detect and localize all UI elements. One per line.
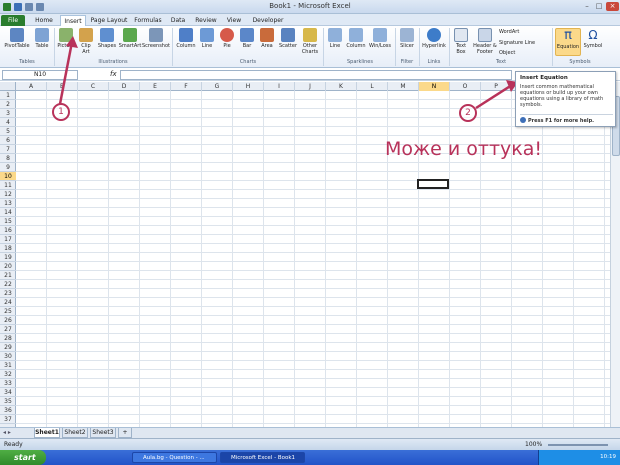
help-icon <box>520 117 526 123</box>
status-ready: Ready <box>4 441 23 448</box>
sheet-tab-2[interactable]: Sheet2 <box>62 428 88 438</box>
sheet-tab-1[interactable]: Sheet1 <box>34 428 60 438</box>
windows-taskbar: start Aula.bg - Question - ... Microsoft… <box>0 450 620 465</box>
taskbar-item-browser[interactable]: Aula.bg - Question - ... <box>132 452 217 463</box>
sheet-tab-bar: ◂ ▸ Sheet1 Sheet2 Sheet3 + <box>0 427 620 438</box>
insert-sheet-icon[interactable]: + <box>118 428 132 438</box>
status-bar: Ready 100% <box>0 438 620 450</box>
sheet-tab-3[interactable]: Sheet3 <box>90 428 116 438</box>
sheet-nav-icon[interactable]: ◂ ▸ <box>3 429 11 436</box>
arrow-1-head <box>66 36 78 48</box>
taskbar-item-excel[interactable]: Microsoft Excel - Book1 <box>220 452 305 463</box>
system-tray: 10:19 <box>538 450 620 465</box>
zoom-level[interactable]: 100% <box>525 441 542 448</box>
tooltip-divider <box>520 114 613 115</box>
tooltip-title: Insert Equation <box>520 75 568 81</box>
start-button[interactable]: start <box>0 450 46 465</box>
tooltip-description: Insert common mathematical equations or … <box>520 84 604 108</box>
annotation-arrows <box>58 36 518 110</box>
tooltip-help: Press F1 for more help. <box>520 117 594 124</box>
arrow-2 <box>475 83 513 110</box>
annotation-marker-1: 1 <box>52 103 70 121</box>
clock: 10:19 <box>600 454 616 460</box>
tooltip-help-text: Press F1 for more help. <box>528 118 595 124</box>
annotation-marker-2: 2 <box>459 104 477 122</box>
arrow-1 <box>58 41 74 105</box>
equation-tooltip: Insert Equation Insert common mathematic… <box>515 71 616 127</box>
zoom-slider[interactable] <box>548 444 608 446</box>
